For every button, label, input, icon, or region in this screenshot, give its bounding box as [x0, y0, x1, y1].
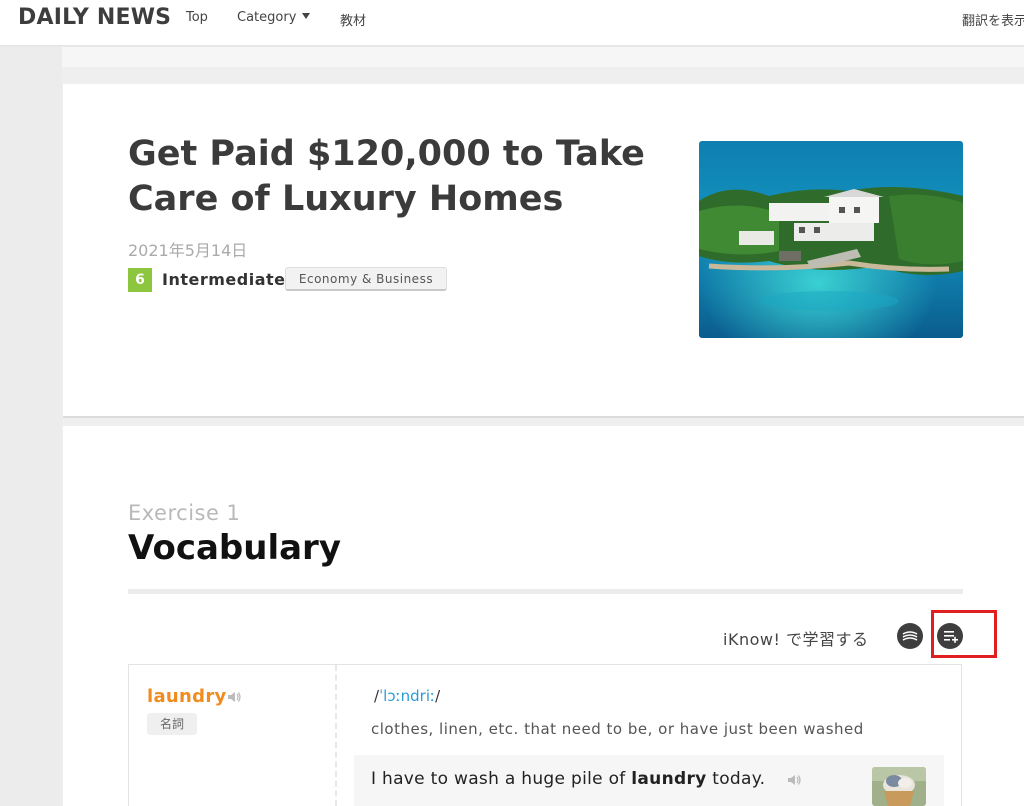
ipa-pronunciation: /ˈlɔːndriː/	[374, 687, 440, 705]
word-definition: clothes, linen, etc. that need to be, or…	[371, 720, 864, 738]
ipa-body: ˈlɔːndriː	[379, 687, 436, 705]
ipa-suffix: /	[435, 687, 441, 705]
exercise-label: Exercise 1	[128, 501, 241, 525]
laundry-basket-photo	[872, 767, 926, 806]
chevron-down-icon	[302, 13, 311, 19]
highlight-box	[931, 610, 997, 658]
example-before: I have to wash a huge pile of	[371, 769, 632, 789]
vocab-word: laundry	[147, 686, 227, 707]
category-tag[interactable]: Economy & Business	[285, 267, 447, 291]
header-spacer	[0, 47, 1024, 67]
article-date: 2021年5月14日	[128, 241, 248, 260]
section-divider	[128, 589, 963, 594]
nav-category[interactable]: Category	[237, 10, 311, 25]
iknow-icon	[902, 631, 918, 641]
example-speaker-icon[interactable]	[786, 772, 802, 788]
speaker-icon-glyph	[228, 692, 241, 702]
example-word: laundry	[631, 769, 707, 789]
left-gutter	[0, 47, 62, 806]
article-hero-image	[699, 141, 963, 338]
translate-toggle[interactable]: 翻訳を表示	[962, 10, 1024, 29]
example-thumbnail-image	[872, 767, 926, 806]
exercise-title: Vocabulary	[128, 528, 341, 568]
top-navbar: DAILY NEWS Top Category 教材 翻訳を表示	[0, 0, 1024, 46]
iknow-button[interactable]	[897, 623, 923, 649]
level-name: Intermediate	[162, 270, 286, 289]
island-villa-photo	[699, 141, 963, 338]
nav-top[interactable]: Top	[186, 10, 208, 25]
vocab-column-divider	[335, 665, 337, 806]
example-after: today.	[706, 769, 766, 789]
speaker-icon-glyph	[788, 775, 801, 785]
example-sentence: I have to wash a huge pile of laundry to…	[371, 769, 765, 789]
site-logo[interactable]: DAILY NEWS	[18, 5, 171, 30]
iknow-study-label[interactable]: iKnow! で学習する	[723, 626, 868, 650]
part-of-speech-tag: 名詞	[147, 713, 197, 735]
article-title: Get Paid $120,000 to Take Care of Luxury…	[128, 134, 645, 219]
nav-materials[interactable]: 教材	[340, 10, 366, 29]
speaker-icon[interactable]	[226, 689, 242, 705]
nav-category-label: Category	[237, 10, 297, 25]
level-badge: 6	[128, 268, 152, 292]
